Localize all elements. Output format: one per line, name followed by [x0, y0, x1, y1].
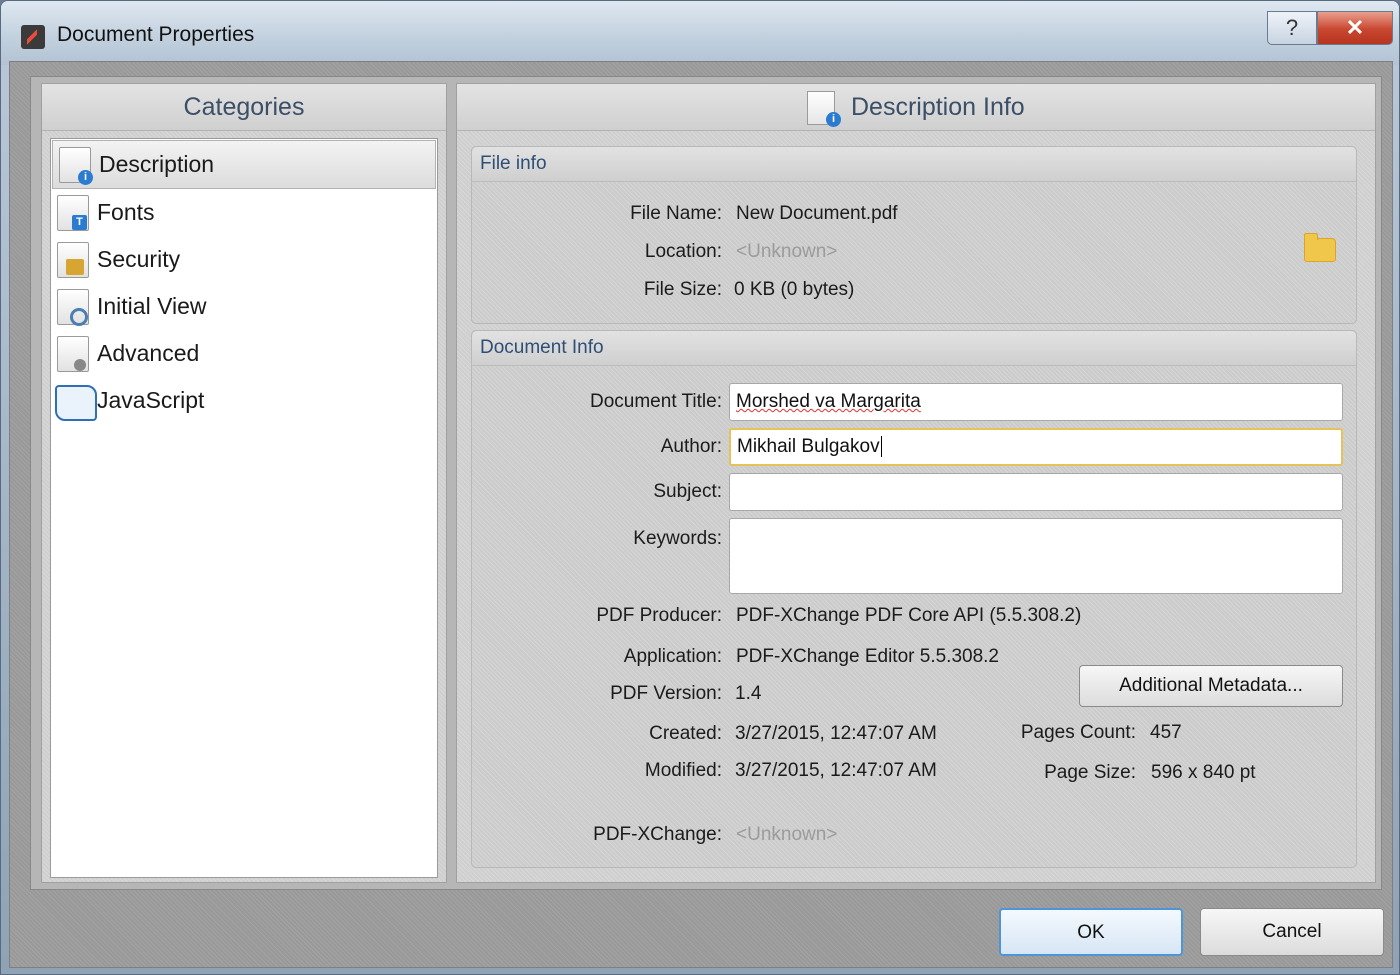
document-title-value: Morshed va Margarita [736, 391, 921, 412]
author-value: Mikhail Bulgakov [737, 436, 880, 457]
help-button[interactable]: ? [1267, 11, 1317, 45]
file-name-label: File Name: [630, 203, 722, 224]
file-info-group: File info File Name: New Document.pdf Lo… [471, 146, 1357, 324]
categories-panel: Categories i Description T Fonts Securit… [41, 83, 447, 883]
created-value: 3/27/2015, 12:47:07 AM [735, 723, 937, 744]
close-button[interactable]: ✕ [1317, 11, 1393, 45]
file-info-header: File info [472, 147, 1356, 182]
app-icon [21, 25, 45, 49]
category-description[interactable]: i Description [52, 140, 436, 189]
category-security[interactable]: Security [51, 236, 437, 283]
page-size-label: Page Size: [1044, 762, 1136, 783]
subject-label: Subject: [653, 481, 722, 502]
file-size-value: 0 KB (0 bytes) [734, 279, 855, 300]
document-info-group: Document Info Document Title: Morshed va… [471, 330, 1357, 868]
cancel-button[interactable]: Cancel [1200, 908, 1384, 956]
ok-button[interactable]: OK [999, 908, 1183, 956]
folder-icon[interactable] [1304, 233, 1336, 262]
keywords-label: Keywords: [633, 528, 722, 549]
window-title: Document Properties [57, 23, 255, 46]
document-title-label: Document Title: [590, 391, 722, 412]
application-label: Application: [623, 646, 722, 667]
dialog-body: Categories i Description T Fonts Securit… [30, 76, 1382, 890]
category-label: Description [99, 151, 215, 177]
subject-field[interactable] [729, 473, 1343, 511]
category-fonts[interactable]: T Fonts [51, 189, 437, 236]
lock-icon [57, 242, 89, 278]
categories-header: Categories [42, 84, 446, 131]
modified-value: 3/27/2015, 12:47:07 AM [735, 760, 937, 781]
description-info-icon: i [807, 91, 841, 127]
pdf-version-label: PDF Version: [610, 683, 722, 704]
pdf-xchange-value: <Unknown> [736, 824, 838, 845]
category-label: Initial View [97, 293, 207, 319]
description-info-panel: i Description Info File info File Name: … [456, 83, 1376, 883]
keywords-field[interactable] [729, 518, 1343, 594]
description-info-title: Description Info [851, 93, 1025, 121]
document-properties-dialog: Document Properties ? ✕ Categories i Des… [0, 0, 1400, 975]
category-label: Fonts [97, 199, 155, 225]
script-scroll-icon [55, 385, 97, 421]
document-info-header: Document Info [472, 331, 1356, 366]
pdf-producer-value: PDF-XChange PDF Core API (5.5.308.2) [736, 605, 1082, 626]
description-icon: i [59, 147, 93, 185]
initial-view-icon [57, 289, 89, 326]
category-initial-view[interactable]: Initial View [51, 283, 437, 330]
gear-document-icon [57, 336, 89, 372]
pages-count-label: Pages Count: [1020, 722, 1136, 743]
fonts-icon: T [57, 195, 89, 231]
location-value: <Unknown> [736, 241, 838, 262]
pdf-producer-label: PDF Producer: [596, 605, 722, 626]
category-label: Advanced [97, 340, 200, 366]
categories-list: i Description T Fonts Security Initial V… [50, 138, 438, 878]
application-value: PDF-XChange Editor 5.5.308.2 [736, 646, 999, 667]
additional-metadata-button[interactable]: Additional Metadata... [1079, 665, 1343, 707]
author-label: Author: [660, 436, 722, 457]
file-name-value: New Document.pdf [736, 203, 898, 224]
pdf-xchange-label: PDF-XChange: [593, 824, 722, 845]
description-info-header: i Description Info [457, 84, 1375, 131]
created-label: Created: [649, 723, 722, 744]
author-field[interactable]: Mikhail Bulgakov [729, 428, 1343, 466]
page-size-value: 596 x 840 pt [1151, 762, 1256, 783]
category-label: JavaScript [97, 387, 205, 413]
title-bar: Document Properties ? ✕ [1, 1, 1399, 65]
document-title-field[interactable]: Morshed va Margarita [729, 383, 1343, 421]
dialog-client-area: Categories i Description T Fonts Securit… [9, 61, 1393, 968]
category-javascript[interactable]: JavaScript [51, 377, 437, 424]
modified-label: Modified: [644, 760, 722, 781]
location-label: Location: [644, 241, 722, 262]
pages-count-value: 457 [1150, 722, 1182, 743]
pdf-version-value: 1.4 [735, 683, 762, 704]
file-size-label: File Size: [643, 279, 722, 300]
category-label: Security [97, 246, 181, 272]
category-advanced[interactable]: Advanced [51, 330, 437, 377]
